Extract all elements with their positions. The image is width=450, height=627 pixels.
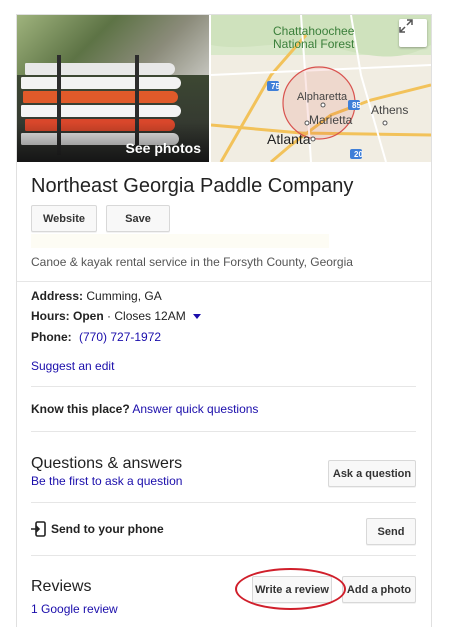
know-place-label: Know this place?: [31, 402, 130, 416]
business-description: Canoe & kayak rental service in the Fors…: [31, 255, 353, 269]
map-label-hwy-75: 75: [271, 82, 280, 91]
map-label-forest-line2: National Forest: [273, 37, 355, 51]
map-label-athens: Athens: [371, 103, 409, 117]
divider: [31, 555, 416, 556]
business-photo[interactable]: See photos: [17, 15, 209, 162]
reviews-title: Reviews: [31, 578, 92, 595]
hours-label: Hours:: [31, 309, 70, 323]
write-review-button[interactable]: Write a review: [252, 576, 332, 603]
ad-strip: [31, 234, 329, 248]
map-label-hwy-20: 20: [354, 150, 363, 159]
map-label-hwy-85: 85: [352, 101, 361, 110]
kayak: [21, 77, 181, 89]
hours-status: Open: [73, 309, 104, 323]
phone-label: Phone:: [31, 330, 72, 344]
see-photos-label[interactable]: See photos: [126, 140, 201, 156]
website-button[interactable]: Website: [31, 205, 97, 232]
address-value: Cumming, GA: [86, 289, 162, 303]
hours-close: Closes 12AM: [114, 309, 186, 323]
kayak: [25, 63, 175, 75]
send-to-phone-label: Send to your phone: [51, 522, 164, 536]
send-button[interactable]: Send: [366, 518, 416, 545]
divider: [31, 502, 416, 503]
answer-questions-link[interactable]: Answer quick questions: [132, 402, 258, 416]
phone-row: Phone: (770) 727-1972: [31, 330, 161, 344]
suggest-edit-link[interactable]: Suggest an edit: [31, 359, 114, 373]
divider: [31, 431, 416, 432]
map-label-marietta: Marietta: [309, 113, 353, 127]
map-label-forest: Chattahoochee National Forest: [273, 25, 354, 51]
hours-separator: ·: [103, 309, 115, 323]
send-to-phone-icon: [31, 521, 46, 537]
ask-first-link[interactable]: Be the first to ask a question: [31, 474, 182, 488]
ask-question-button[interactable]: Ask a question: [328, 460, 416, 487]
review-count-link[interactable]: 1 Google review: [31, 602, 118, 616]
hours-row[interactable]: Hours: Open · Closes 12AM: [31, 309, 202, 323]
address-label: Address:: [31, 289, 84, 303]
kayak: [23, 91, 178, 103]
know-place-row: Know this place? Answer quick questions: [31, 402, 258, 416]
knowledge-panel: See photos Chattahoochee National Forest…: [16, 14, 432, 627]
divider: [31, 386, 416, 387]
qa-title: Questions & answers: [31, 455, 183, 472]
map-label-atlanta: Atlanta: [267, 131, 311, 147]
expand-icon: [399, 19, 413, 33]
divider: [17, 281, 431, 282]
address-row: Address: Cumming, GA: [31, 289, 162, 303]
map-label-alpharetta: Alpharetta: [297, 91, 348, 103]
add-photo-button[interactable]: Add a photo: [342, 576, 416, 603]
save-button[interactable]: Save: [106, 205, 170, 232]
kayak: [21, 105, 181, 117]
expand-map-button[interactable]: [399, 19, 427, 47]
chevron-down-icon[interactable]: [193, 314, 202, 320]
location-map[interactable]: Chattahoochee National Forest 75 85 20 A…: [211, 15, 431, 162]
business-name: Northeast Georgia Paddle Company: [31, 175, 354, 197]
phone-link[interactable]: (770) 727-1972: [79, 330, 161, 344]
